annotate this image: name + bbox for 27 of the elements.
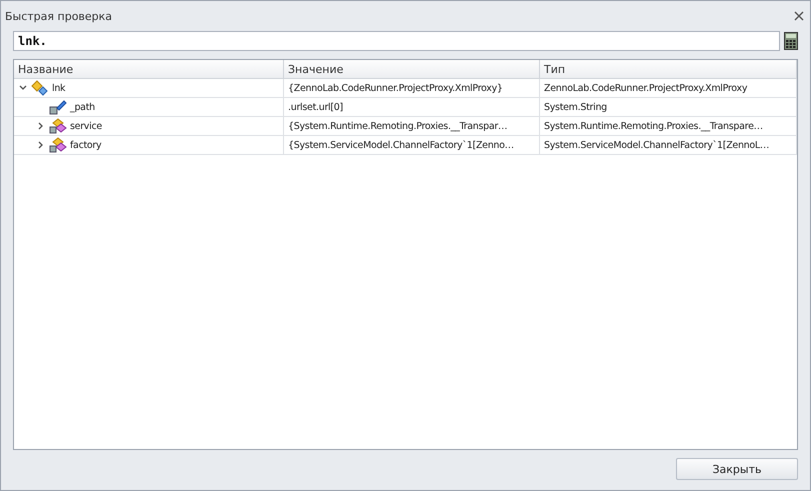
calculator-icon[interactable] [784,32,798,50]
value-text: {System.Runtime.Remoting.Proxies.__Transpar… [288,120,508,132]
column-header[interactable]: Значение [284,60,540,79]
window-title: Быстрая проверка [5,10,112,22]
node-name: _path [70,102,95,112]
expander-icon[interactable] [37,122,45,130]
expression-field[interactable]: lnk. [13,31,780,51]
node-name: service [70,120,102,132]
value-text: .urlset.url[0] [288,102,343,112]
close-icon[interactable] [794,11,804,21]
field-icon [49,99,67,115]
object-icon [49,137,67,153]
type-text: System.Runtime.Remoting.Proxies.__Transpare… [544,120,763,132]
column-header[interactable]: Название [14,60,284,79]
value-text: {System.ServiceModel.ChannelFactory`1[Zenno… [288,140,514,150]
column-header[interactable]: Тип [540,60,797,79]
node-name: factory [70,140,102,150]
close-button[interactable]: Закрыть [676,458,798,480]
class-icon [31,80,49,96]
type-text: System.String [544,102,607,112]
node-name: lnk [52,82,66,94]
value-text: {ZennoLab.CodeRunner.ProjectProxy.XmlProxy} [288,82,503,94]
object-icon [49,118,67,134]
type-text: ZennoLab.CodeRunner.ProjectProxy.XmlProxy [544,82,748,94]
expander-icon[interactable] [19,84,27,92]
type-text: System.ServiceModel.ChannelFactory`1[ZennoL… [544,140,770,150]
expander-icon[interactable] [37,141,45,149]
